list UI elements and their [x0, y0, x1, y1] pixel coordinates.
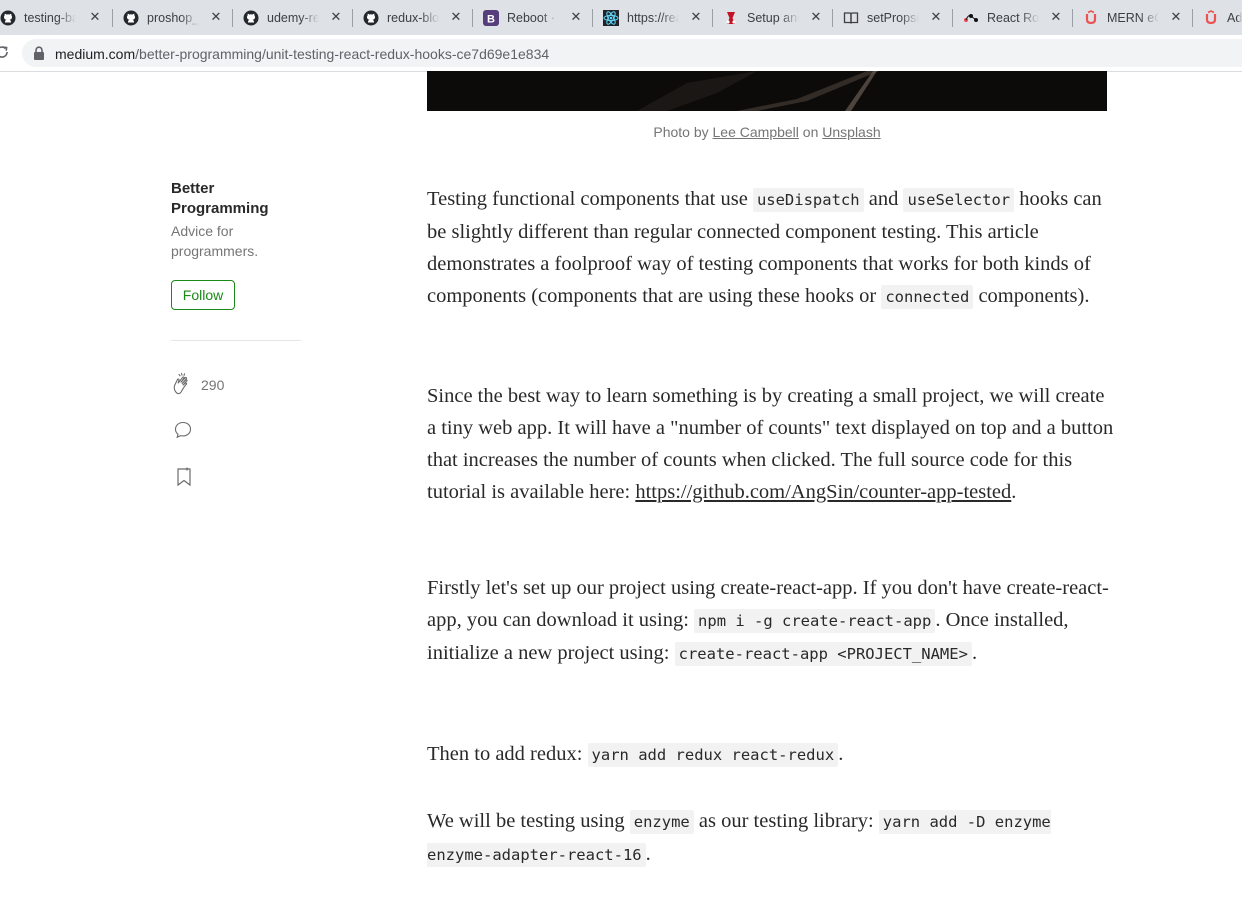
bootstrap-icon: B [483, 9, 499, 26]
publication-description: Advice for programmers. [171, 223, 259, 259]
browser-tab[interactable]: Setup and ✕ [723, 0, 843, 35]
browser-tab[interactable]: setProps( ✕ [843, 0, 963, 35]
url-bar[interactable]: medium.com/better-programming/unit-testi… [22, 39, 1242, 67]
inline-code: connected [881, 285, 974, 309]
text-run: . [971, 642, 978, 664]
tab-title: Ad [1227, 10, 1242, 25]
caption-middle: on [798, 124, 823, 140]
tab-title: React Rou [987, 10, 1039, 25]
text-run: . [1011, 481, 1017, 503]
tab-separator [832, 9, 833, 27]
tab-separator [352, 9, 353, 27]
tab-title: testing-ba [24, 10, 76, 25]
tab-title: proshop_r [147, 10, 199, 25]
address-bar-row: medium.com/better-programming/unit-testi… [0, 35, 1242, 72]
clap-count: 290 [201, 377, 225, 393]
inline-code: useDispatch [752, 188, 864, 212]
udemy-icon [1203, 9, 1219, 26]
browser-tab[interactable]: https://rea ✕ [603, 0, 723, 35]
image-caption: Photo by Lee Campbell on Unsplash [427, 124, 1107, 140]
article-paragraph-3: Firstly let's set up our project using c… [427, 572, 1117, 670]
lock-icon[interactable] [33, 46, 45, 60]
inline-code: useSelector [903, 188, 1015, 212]
github-icon [363, 10, 379, 26]
article-paragraph-5: We will be testing using enzyme as our t… [427, 805, 1117, 871]
browser-tab[interactable]: B Reboot · B ✕ [483, 0, 603, 35]
tab-separator [472, 9, 473, 27]
browser-tab[interactable]: MERN eCo ✕ [1083, 0, 1203, 35]
url-text: medium.com/better-programming/unit-testi… [55, 46, 549, 62]
inline-code: enzyme [629, 810, 694, 834]
text-run: . [645, 843, 651, 865]
text-run: We will be testing using [427, 810, 630, 832]
text-run: components). [973, 285, 1090, 307]
sidebar-divider [171, 340, 301, 341]
close-icon[interactable]: ✕ [569, 9, 583, 24]
clap-icon[interactable] [170, 372, 194, 396]
follow-button[interactable]: Follow [171, 280, 235, 310]
tab-title: redux-blo [387, 10, 439, 25]
text-run: . [838, 743, 844, 765]
tab-title: udemy-re [267, 10, 319, 25]
udemy-icon [1083, 9, 1099, 26]
article-paragraph-2: Since the best way to learn something is… [427, 380, 1117, 508]
tab-separator [592, 9, 593, 27]
browser-tab-strip: testing-ba ✕ proshop_r ✕ udemy-re ✕ redu… [0, 0, 1242, 35]
svg-text:B: B [487, 13, 495, 25]
close-icon[interactable]: ✕ [929, 9, 943, 24]
caption-source-link[interactable]: Unsplash [822, 124, 880, 140]
inline-code: npm i -g create-react-app [694, 609, 936, 633]
article-hero-image [427, 71, 1107, 111]
text-run: and [863, 188, 904, 210]
close-icon[interactable]: ✕ [809, 9, 823, 24]
tab-separator [1072, 9, 1073, 27]
tab-title: https://rea [627, 10, 679, 25]
github-repo-link[interactable]: https://github.com/AngSin/counter-app-te… [635, 481, 1011, 503]
react-router-icon [963, 10, 979, 26]
tab-title: MERN eCo [1107, 10, 1159, 25]
tab-title: setProps( [867, 10, 919, 25]
browser-tab[interactable]: udemy-re ✕ [243, 0, 363, 35]
tab-separator [952, 9, 953, 27]
browser-tab[interactable]: redux-blo ✕ [363, 0, 483, 35]
close-icon[interactable]: ✕ [209, 9, 223, 24]
bookmark-icon[interactable] [175, 467, 193, 487]
tab-separator [112, 9, 113, 27]
caption-prefix: Photo by [653, 124, 713, 140]
close-icon[interactable]: ✕ [88, 9, 102, 24]
browser-tab[interactable]: proshop_r ✕ [123, 0, 243, 35]
book-icon [843, 10, 859, 26]
tab-separator [1192, 9, 1193, 27]
github-icon [0, 10, 16, 26]
text-run: Testing functional components that use [427, 188, 753, 210]
tab-separator [232, 9, 233, 27]
article-paragraph-1: Testing functional components that use u… [427, 183, 1117, 313]
article-paragraph-4: Then to add redux: yarn add redux react-… [427, 738, 1117, 771]
comment-icon[interactable] [173, 420, 193, 440]
react-icon [603, 9, 619, 26]
close-icon[interactable]: ✕ [449, 9, 463, 24]
url-path: /better-programming/unit-testing-react-r… [135, 46, 550, 62]
inline-code: create-react-app <PROJECT_NAME> [674, 642, 972, 666]
close-icon[interactable]: ✕ [329, 9, 343, 24]
publication-name[interactable]: Better Programming [171, 179, 301, 219]
caption-author-link[interactable]: Lee Campbell [713, 124, 799, 140]
close-icon[interactable]: ✕ [1169, 9, 1183, 24]
browser-tab[interactable]: Ad [1203, 0, 1242, 35]
url-host: medium.com [55, 46, 136, 62]
github-icon [243, 10, 259, 26]
browser-tab[interactable]: React Rou ✕ [963, 0, 1083, 35]
tab-separator [712, 9, 713, 27]
tab-title: Setup and [747, 10, 799, 25]
github-icon [123, 10, 139, 26]
text-run: as our testing library: [693, 810, 879, 832]
reload-icon[interactable] [0, 44, 10, 60]
close-icon[interactable]: ✕ [1049, 9, 1063, 24]
jest-icon [723, 10, 739, 26]
text-run: Then to add redux: [427, 743, 588, 765]
inline-code: yarn add redux react-redux [587, 743, 839, 767]
close-icon[interactable]: ✕ [689, 9, 703, 24]
browser-tab[interactable]: testing-ba ✕ [0, 0, 120, 35]
tab-title: Reboot · B [507, 10, 559, 25]
